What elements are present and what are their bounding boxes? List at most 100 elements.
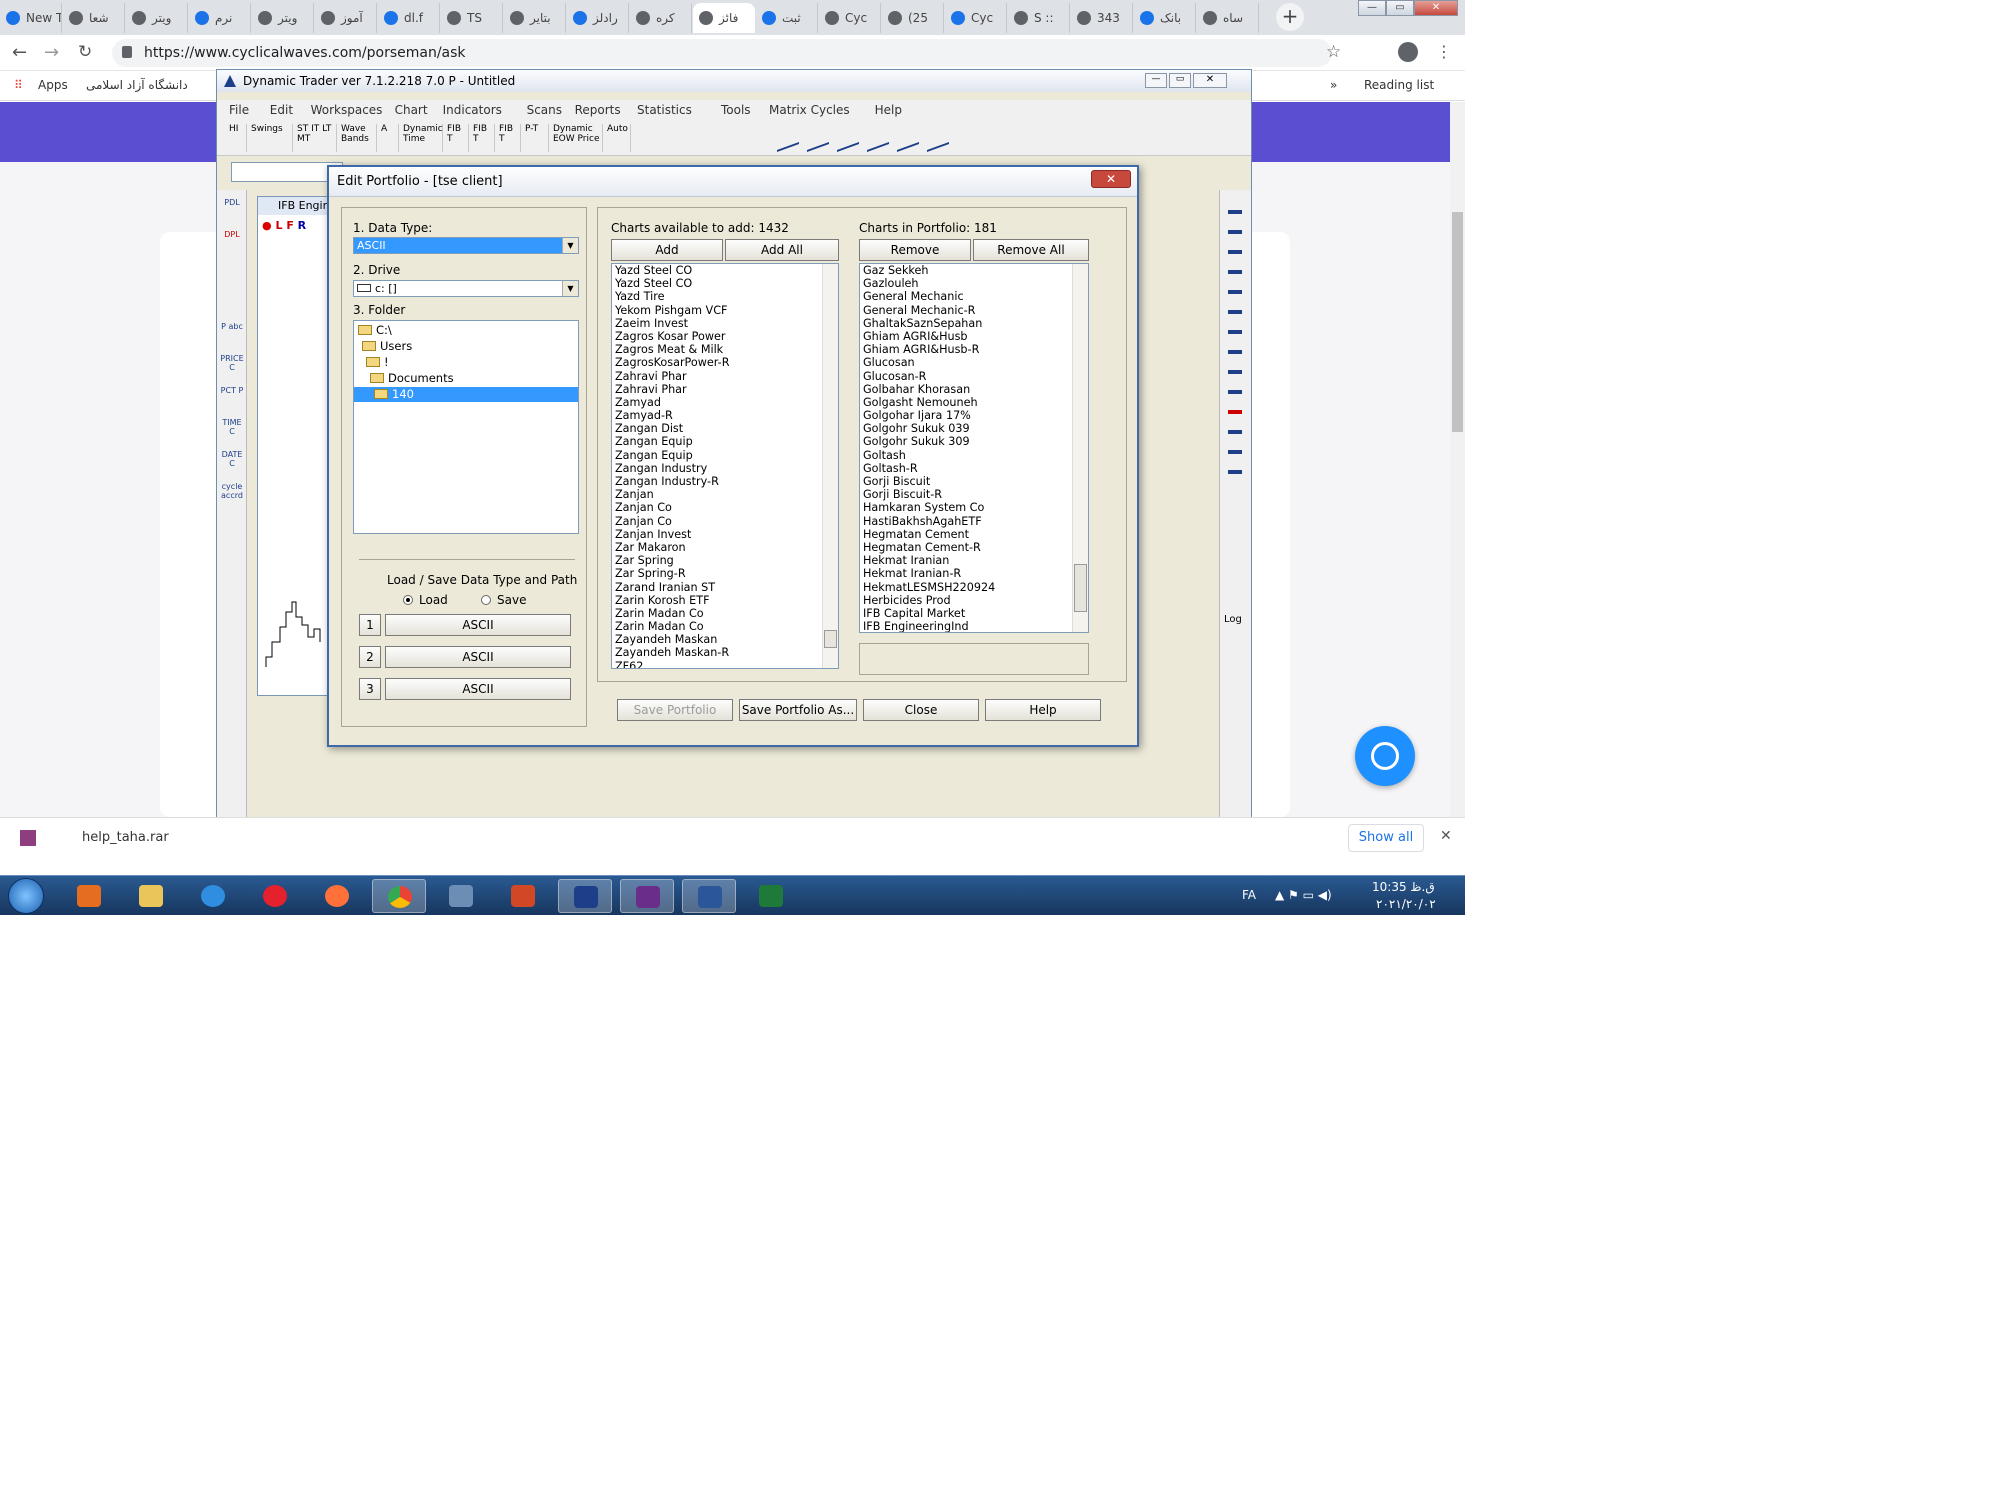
arrow-tool-icon[interactable]	[1228, 350, 1242, 354]
folder-c[interactable]: C:\	[358, 323, 392, 338]
list-item[interactable]: Golbahar Khorasan	[860, 383, 1088, 396]
app-tool-1[interactable]: Swings	[251, 124, 293, 152]
close-downloads-icon[interactable]: ✕	[1440, 828, 1452, 844]
browser-tab[interactable]: S ::	[1008, 3, 1070, 33]
arrow-tool-icon[interactable]	[1228, 330, 1242, 334]
list-item[interactable]: Glucosan	[860, 356, 1088, 369]
list-item[interactable]: Zanjan Co	[612, 501, 838, 514]
arrow-tool-icon[interactable]	[1228, 210, 1242, 214]
taskbar-explorer[interactable]	[124, 879, 178, 913]
start-button[interactable]	[8, 878, 44, 914]
chart-window[interactable]: IFB Engin ● L F R	[257, 196, 337, 696]
list-item[interactable]: Yazd Steel CO	[612, 264, 838, 277]
list-item[interactable]: Hegmatan Cement-R	[860, 541, 1088, 554]
page-scrollbar[interactable]	[1450, 102, 1465, 817]
taskbar-dynamic-trader[interactable]	[558, 879, 612, 913]
browser-tab[interactable]: شعا	[63, 3, 125, 33]
app-tool-9[interactable]: P-T	[525, 124, 549, 152]
list-item[interactable]: Ghiam AGRI&Husb-R	[860, 343, 1088, 356]
side-tool-label[interactable]: PRICE C	[219, 354, 245, 372]
list-item[interactable]: IFB Capital Market	[860, 607, 1088, 620]
list-item[interactable]: Zar Spring-R	[612, 567, 838, 580]
remove-button[interactable]: Remove	[859, 239, 971, 261]
slot-3-value[interactable]: ASCII	[385, 678, 571, 700]
clock-date[interactable]: ۲۰۲۱/۲۰/۰۲	[1376, 897, 1436, 911]
app-tool-2[interactable]: ST IT LT MT	[297, 124, 337, 152]
minimize-button[interactable]: —	[1358, 0, 1386, 16]
list-item[interactable]: Zangan Industry-R	[612, 475, 838, 488]
arrow-tool-icon[interactable]	[1228, 230, 1242, 234]
new-tab-button[interactable]: +	[1276, 3, 1304, 31]
folder-users[interactable]: Users	[362, 339, 412, 354]
back-icon[interactable]: ←	[12, 42, 27, 63]
dialog-close-button[interactable]: ✕	[1091, 170, 1131, 188]
browser-tab[interactable]: Cyc	[945, 3, 1007, 33]
drive-select[interactable]: c: [] ▼	[353, 280, 579, 297]
save-radio[interactable]: Save	[481, 593, 526, 607]
app-tool-10[interactable]: Dynamic EOW Price	[553, 124, 603, 152]
list-item[interactable]: Zaeim Invest	[612, 317, 838, 330]
list-item[interactable]: Yazd Steel CO	[612, 277, 838, 290]
more-bookmarks[interactable]: »	[1330, 78, 1337, 92]
taskbar-word[interactable]	[682, 879, 736, 913]
app-tool-11[interactable]: Auto	[607, 124, 631, 152]
list-item[interactable]: Zahravi Phar	[612, 383, 838, 396]
load-radio[interactable]: Load	[403, 593, 448, 607]
taskbar-pdf[interactable]	[620, 879, 674, 913]
folder-documents[interactable]: Documents	[370, 371, 454, 386]
browser-tab[interactable]: رادلز	[567, 3, 629, 33]
browser-tab[interactable]: 343	[1071, 3, 1133, 33]
folder-tree[interactable]: C:\ Users ! Documents 140	[353, 320, 579, 534]
list-item[interactable]: Zangan Dist	[612, 422, 838, 435]
apps-icon[interactable]: ⠿	[14, 78, 23, 92]
folder-140[interactable]: 140	[354, 387, 578, 402]
app-menu-matrix-cycles[interactable]: Matrix Cycles	[769, 103, 850, 117]
taskbar-opera[interactable]	[248, 879, 302, 913]
list-item[interactable]: Zarin Madan Co	[612, 607, 838, 620]
slot-1-button[interactable]: 1	[359, 614, 381, 636]
list-item[interactable]: Gaz Sekkeh	[860, 264, 1088, 277]
browser-tab[interactable]: کره	[630, 3, 692, 33]
save-portfolio-button[interactable]: Save Portfolio	[617, 699, 733, 721]
menu-icon[interactable]: ⋮	[1436, 42, 1452, 61]
browser-tab[interactable]: بتایر	[504, 3, 566, 33]
chat-button[interactable]	[1355, 726, 1415, 786]
remove-all-button[interactable]: Remove All	[973, 239, 1089, 261]
taskbar-ie[interactable]	[186, 879, 240, 913]
browser-tab[interactable]: ثبت	[756, 3, 818, 33]
list-item[interactable]: Zamyad	[612, 396, 838, 409]
app-tool-5[interactable]: Dynamic Time	[403, 124, 443, 152]
list-item[interactable]: Herbicides Prod	[860, 594, 1088, 607]
app-menu-scans[interactable]: Scans	[527, 103, 562, 117]
taskbar-network[interactable]	[434, 879, 488, 913]
reading-list[interactable]: Reading list	[1364, 78, 1434, 92]
list-item[interactable]: Yekom Pishgam VCF	[612, 304, 838, 317]
app-tool-3[interactable]: Wave Bands	[341, 124, 377, 152]
browser-tab[interactable]: dl.f	[378, 3, 440, 33]
drawing-tool-icon[interactable]	[807, 123, 829, 153]
arrow-tool-icon[interactable]	[1228, 390, 1242, 394]
browser-tab[interactable]: آموز	[315, 3, 377, 33]
list-item[interactable]: Zarin Madan Co	[612, 620, 838, 633]
taskbar-chrome[interactable]	[372, 879, 426, 913]
data-type-select[interactable]: ASCII ▼	[353, 237, 579, 254]
save-portfolio-as-button[interactable]: Save Portfolio As...	[739, 699, 857, 721]
side-tool-label[interactable]: TIME C	[219, 418, 245, 436]
star-icon[interactable]: ☆	[1326, 42, 1341, 62]
portfolio-scrollbar[interactable]	[1072, 264, 1088, 632]
list-item[interactable]: Golgohar Ijara 17%	[860, 409, 1088, 422]
add-all-button[interactable]: Add All	[725, 239, 839, 261]
browser-tab[interactable]: بانک	[1134, 3, 1196, 33]
list-item[interactable]: Goltash-R	[860, 462, 1088, 475]
list-item[interactable]: Zangan Industry	[612, 462, 838, 475]
list-item[interactable]: Hekmat Iranian-R	[860, 567, 1088, 580]
list-item[interactable]: Hekmat Iranian	[860, 554, 1088, 567]
arrow-tool-icon[interactable]	[1228, 310, 1242, 314]
arrow-tool-icon[interactable]	[1228, 410, 1242, 414]
arrow-tool-icon[interactable]	[1228, 450, 1242, 454]
language-indicator[interactable]: FA	[1242, 888, 1256, 902]
list-item[interactable]: Zarin Korosh ETF	[612, 594, 838, 607]
app-tool-6[interactable]: FIB T	[447, 124, 469, 152]
app-tool-8[interactable]: FIB T	[499, 124, 521, 152]
flag-l[interactable]: L	[275, 219, 282, 232]
